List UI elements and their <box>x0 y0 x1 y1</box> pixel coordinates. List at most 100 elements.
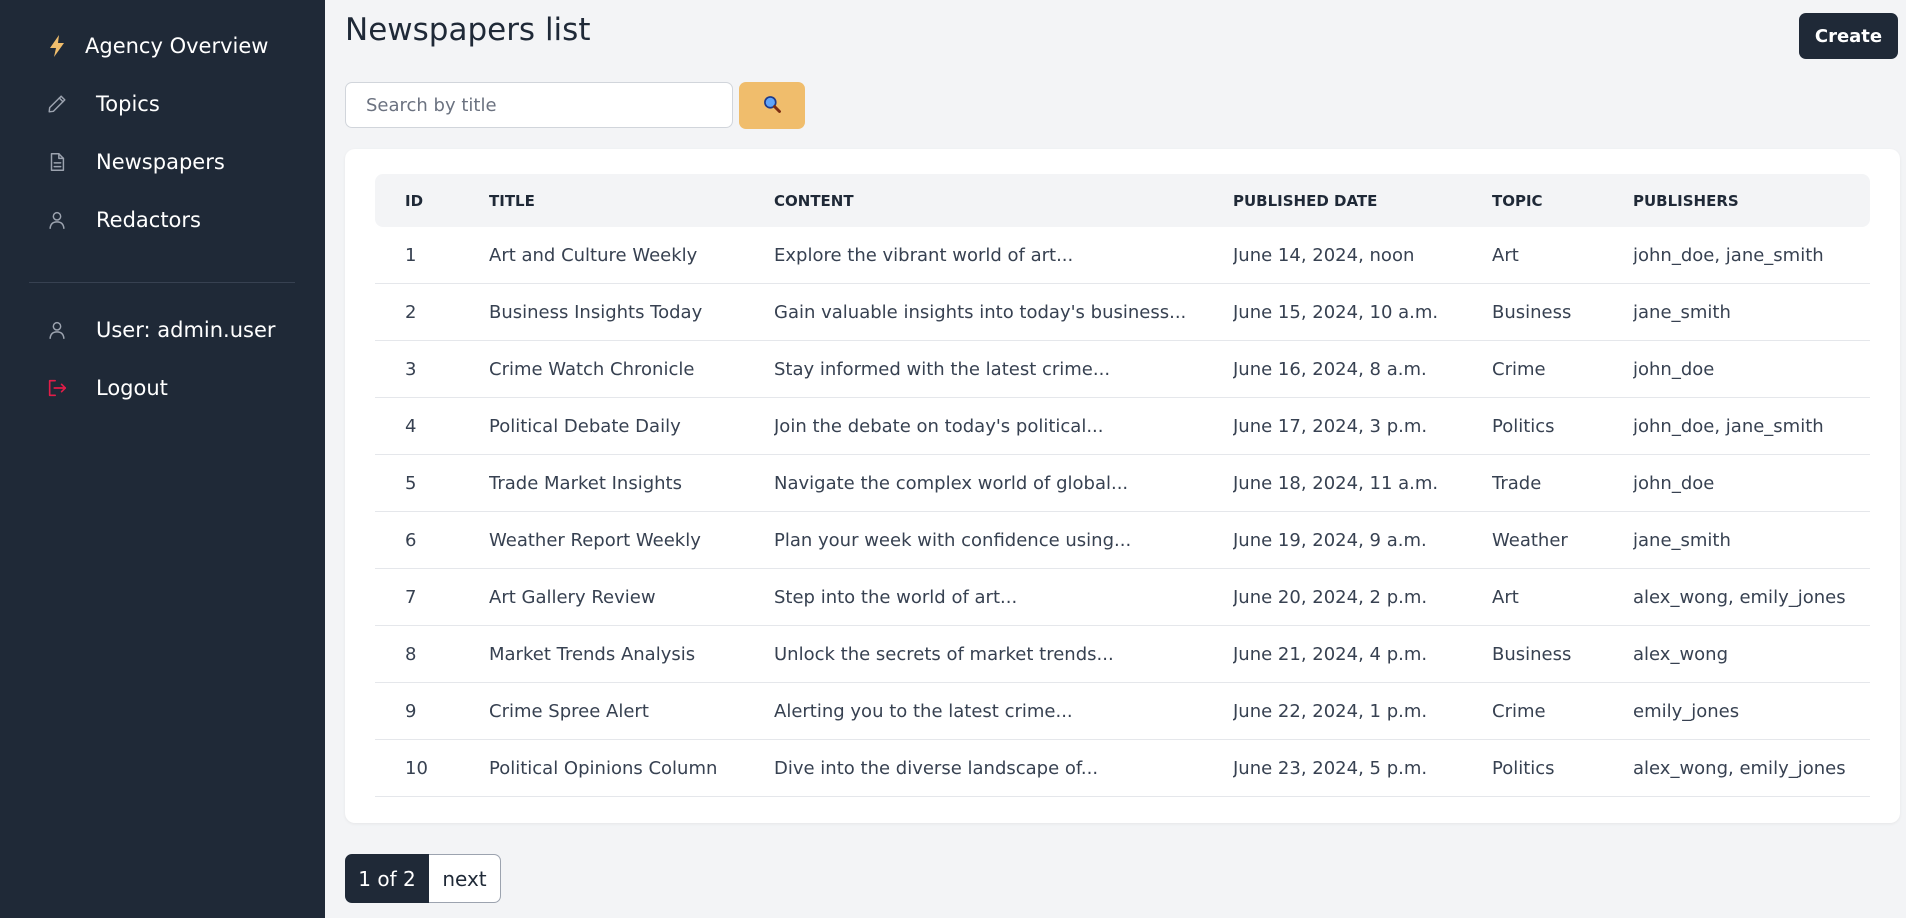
cell-content: Unlock the secrets of market trends... <box>774 625 1233 683</box>
column-header-content[interactable]: CONTENT <box>774 174 1233 227</box>
newspapers-table-card: ID TITLE CONTENT PUBLISHED DATE TOPIC PU… <box>345 149 1900 823</box>
cell-id: 8 <box>375 625 489 683</box>
sidebar-item-agency-overview[interactable]: Agency Overview <box>45 26 268 66</box>
logout-icon <box>45 376 69 400</box>
cell-id: 9 <box>375 682 489 740</box>
cell-publishers: emily_jones <box>1633 682 1870 740</box>
cell-publishers: alex_wong <box>1633 625 1870 683</box>
table-row[interactable]: 7 Art Gallery Review Step into the world… <box>375 568 1870 626</box>
cell-id: 4 <box>375 397 489 455</box>
cell-title[interactable]: Business Insights Today <box>489 283 774 341</box>
sidebar-item-label: Topics <box>96 92 160 116</box>
cell-topic: Politics <box>1492 397 1633 455</box>
magnifier-icon <box>762 94 782 117</box>
cell-title[interactable]: Art and Culture Weekly <box>489 227 774 284</box>
table-row[interactable]: 5 Trade Market Insights Navigate the com… <box>375 454 1870 512</box>
sidebar-item-label: Logout <box>96 376 168 400</box>
sidebar-item-label: Newspapers <box>96 150 225 174</box>
cell-title[interactable]: Art Gallery Review <box>489 568 774 626</box>
pagination: 1 of 2 next <box>345 854 501 903</box>
cell-publishers: jane_smith <box>1633 283 1870 341</box>
cell-date: June 14, 2024, noon <box>1233 227 1492 284</box>
cell-id: 6 <box>375 511 489 569</box>
table-row[interactable]: 9 Crime Spree Alert Alerting you to the … <box>375 682 1870 740</box>
column-header-id[interactable]: ID <box>375 174 489 227</box>
search-button[interactable] <box>739 82 805 129</box>
cell-date: June 18, 2024, 11 a.m. <box>1233 454 1492 512</box>
search-input[interactable] <box>345 82 733 128</box>
cell-title[interactable]: Political Debate Daily <box>489 397 774 455</box>
cell-topic: Crime <box>1492 682 1633 740</box>
user-icon <box>45 208 69 232</box>
cell-title[interactable]: Weather Report Weekly <box>489 511 774 569</box>
cell-publishers: alex_wong, emily_jones <box>1633 739 1870 797</box>
user-icon <box>45 318 69 342</box>
cell-date: June 16, 2024, 8 a.m. <box>1233 340 1492 398</box>
lightning-icon <box>45 34 69 58</box>
cell-id: 2 <box>375 283 489 341</box>
cell-publishers: jane_smith <box>1633 511 1870 569</box>
cell-publishers: john_doe <box>1633 454 1870 512</box>
sidebar-item-label: Agency Overview <box>85 34 269 58</box>
cell-content: Alerting you to the latest crime... <box>774 682 1233 740</box>
cell-publishers: john_doe <box>1633 340 1870 398</box>
cell-content: Gain valuable insights into today's busi… <box>774 283 1233 341</box>
cell-content: Plan your week with confidence using... <box>774 511 1233 569</box>
table-row[interactable]: 2 Business Insights Today Gain valuable … <box>375 283 1870 341</box>
cell-id: 7 <box>375 568 489 626</box>
sidebar-item-topics[interactable]: Topics <box>45 84 160 124</box>
cell-title[interactable]: Crime Watch Chronicle <box>489 340 774 398</box>
cell-content: Join the debate on today's political... <box>774 397 1233 455</box>
cell-date: June 15, 2024, 10 a.m. <box>1233 283 1492 341</box>
cell-topic: Politics <box>1492 739 1633 797</box>
cell-topic: Art <box>1492 227 1633 284</box>
table-row[interactable]: 8 Market Trends Analysis Unlock the secr… <box>375 625 1870 683</box>
cell-date: June 23, 2024, 5 p.m. <box>1233 739 1492 797</box>
table-row[interactable]: 4 Political Debate Daily Join the debate… <box>375 397 1870 455</box>
cell-date: June 20, 2024, 2 p.m. <box>1233 568 1492 626</box>
cell-publishers: john_doe, jane_smith <box>1633 227 1870 284</box>
table-row[interactable]: 6 Weather Report Weekly Plan your week w… <box>375 511 1870 569</box>
column-header-publishers[interactable]: PUBLISHERS <box>1633 174 1870 227</box>
cell-date: June 21, 2024, 4 p.m. <box>1233 625 1492 683</box>
cell-id: 10 <box>375 739 489 797</box>
pagination-next-button[interactable]: next <box>429 854 501 903</box>
cell-date: June 19, 2024, 9 a.m. <box>1233 511 1492 569</box>
sidebar-divider <box>29 282 295 283</box>
cell-date: June 22, 2024, 1 p.m. <box>1233 682 1492 740</box>
sidebar-item-newspapers[interactable]: Newspapers <box>45 142 225 182</box>
sidebar-item-label: User: admin.user <box>96 318 276 342</box>
cell-title[interactable]: Market Trends Analysis <box>489 625 774 683</box>
sidebar-item-redactors[interactable]: Redactors <box>45 200 201 240</box>
column-header-title[interactable]: TITLE <box>489 174 774 227</box>
pencil-icon <box>45 92 69 116</box>
sidebar-item-user[interactable]: User: admin.user <box>45 310 276 350</box>
cell-content: Explore the vibrant world of art... <box>774 227 1233 284</box>
sidebar-item-logout[interactable]: Logout <box>45 368 168 408</box>
create-button[interactable]: Create <box>1799 13 1898 59</box>
cell-topic: Weather <box>1492 511 1633 569</box>
column-header-topic[interactable]: TOPIC <box>1492 174 1633 227</box>
cell-content: Stay informed with the latest crime... <box>774 340 1233 398</box>
cell-topic: Business <box>1492 283 1633 341</box>
sidebar-item-label: Redactors <box>96 208 201 232</box>
table-row[interactable]: 10 Political Opinions Column Dive into t… <box>375 739 1870 797</box>
cell-publishers: john_doe, jane_smith <box>1633 397 1870 455</box>
table-header-row: ID TITLE CONTENT PUBLISHED DATE TOPIC PU… <box>375 174 1870 227</box>
cell-title[interactable]: Trade Market Insights <box>489 454 774 512</box>
cell-id: 3 <box>375 340 489 398</box>
cell-title[interactable]: Political Opinions Column <box>489 739 774 797</box>
cell-id: 5 <box>375 454 489 512</box>
cell-publishers: alex_wong, emily_jones <box>1633 568 1870 626</box>
app: Agency Overview Topics Newspapers Redact… <box>0 0 1906 918</box>
table-row[interactable]: 1 Art and Culture Weekly Explore the vib… <box>375 227 1870 284</box>
table-row[interactable]: 3 Crime Watch Chronicle Stay informed wi… <box>375 340 1870 398</box>
column-header-published-date[interactable]: PUBLISHED DATE <box>1233 174 1492 227</box>
sidebar: Agency Overview Topics Newspapers Redact… <box>0 0 325 918</box>
cell-topic: Business <box>1492 625 1633 683</box>
cell-title[interactable]: Crime Spree Alert <box>489 682 774 740</box>
cell-content: Dive into the diverse landscape of... <box>774 739 1233 797</box>
cell-content: Step into the world of art... <box>774 568 1233 626</box>
newspapers-table: ID TITLE CONTENT PUBLISHED DATE TOPIC PU… <box>375 174 1870 797</box>
cell-content: Navigate the complex world of global... <box>774 454 1233 512</box>
